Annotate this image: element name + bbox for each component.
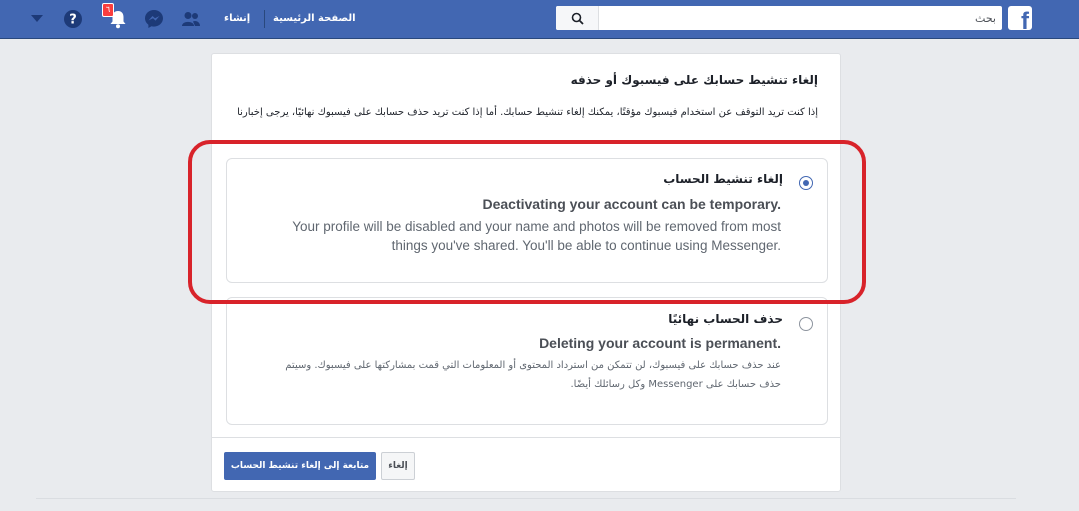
search-icon bbox=[571, 12, 584, 25]
notifications-badge: ٦ bbox=[102, 3, 114, 17]
delete-option[interactable]: حذف الحساب نهائيًا Deleting your account… bbox=[226, 297, 828, 425]
top-navigation-bar: f الصفحة الرئيسية إنشاء ٦ bbox=[0, 0, 1079, 39]
cancel-button[interactable]: إلغاء bbox=[381, 452, 415, 480]
deactivate-option-title: إلغاء تنشيط الحساب bbox=[663, 172, 783, 186]
svg-text:?: ? bbox=[69, 13, 77, 28]
card-footer-divider bbox=[212, 437, 840, 438]
deactivate-option[interactable]: إلغاء تنشيط الحساب Deactivating your acc… bbox=[226, 158, 828, 283]
messenger-icon[interactable] bbox=[143, 8, 165, 30]
delete-radio[interactable] bbox=[799, 317, 813, 331]
footer-divider bbox=[36, 498, 1016, 499]
delete-option-lead: Deleting your account is permanent. bbox=[539, 335, 781, 351]
delete-option-description: عند حذف حسابك على فيسبوك، لن تتمكن من اس… bbox=[285, 360, 781, 390]
help-icon[interactable]: ? bbox=[62, 8, 84, 30]
card-title: إلغاء تنشيط حسابك على فيسبوك أو حذفه bbox=[570, 73, 818, 87]
deactivate-option-description: Your profile will be disabled and your n… bbox=[292, 219, 781, 253]
nav-home-link[interactable]: الصفحة الرئيسية bbox=[273, 12, 356, 26]
facebook-logo-icon[interactable]: f bbox=[1008, 6, 1032, 30]
card-intro-text: إذا كنت تريد التوقف عن استخدام فيسبوك مؤ… bbox=[237, 107, 818, 118]
deactivate-delete-card: إلغاء تنشيط حسابك على فيسبوك أو حذفه إذا… bbox=[211, 53, 841, 492]
search-input[interactable] bbox=[600, 6, 1000, 30]
continue-deactivate-button[interactable]: متابعة إلى إلغاء تنشيط الحساب bbox=[224, 452, 376, 480]
search-box bbox=[556, 6, 1002, 30]
delete-option-title: حذف الحساب نهائيًا bbox=[668, 312, 783, 326]
friends-icon[interactable] bbox=[180, 8, 202, 30]
menu-caret-icon[interactable] bbox=[26, 8, 48, 30]
search-button[interactable] bbox=[556, 6, 599, 30]
deactivate-option-lead: Deactivating your account can be tempora… bbox=[482, 196, 782, 212]
deactivate-radio[interactable] bbox=[799, 176, 813, 190]
nav-create-link[interactable]: إنشاء bbox=[224, 12, 250, 26]
nav-divider bbox=[264, 10, 265, 28]
